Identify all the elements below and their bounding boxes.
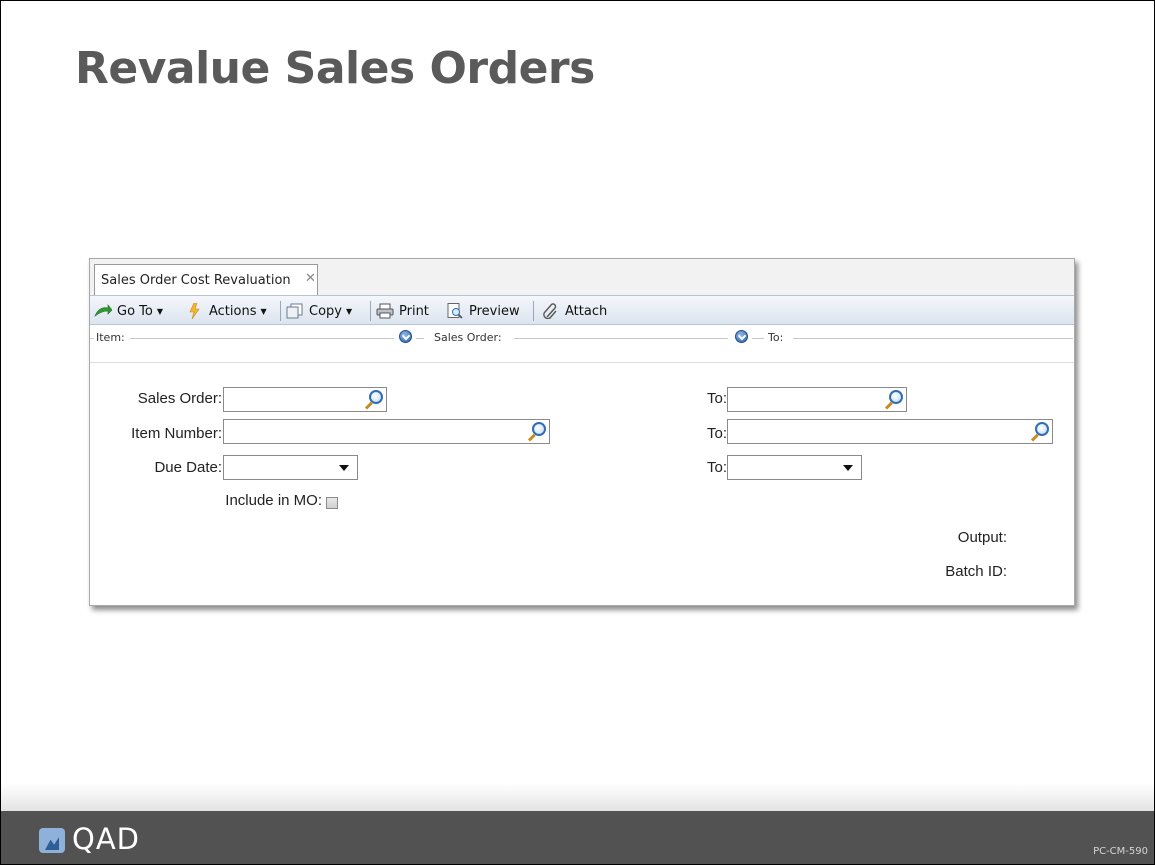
context-divider (416, 338, 424, 339)
include-in-mo-label: Include in MO: (225, 492, 322, 509)
item-number-label: Item Number: (131, 425, 222, 442)
lightning-icon (186, 302, 204, 320)
due-date-dropdown[interactable] (223, 455, 358, 480)
context-to-label: To: (768, 331, 784, 344)
print-label: Print (399, 303, 429, 319)
preview-button[interactable]: Preview (446, 301, 520, 321)
toolbar-divider (370, 301, 371, 321)
chevron-down-icon: ▼ (260, 306, 267, 316)
context-divider (130, 338, 394, 339)
item-number-to-input[interactable] (727, 419, 1053, 444)
chevron-down-icon: ▼ (156, 306, 164, 316)
toolbar-divider (280, 301, 281, 321)
footer-highlight (1, 783, 1154, 811)
actions-button[interactable]: Actions ▼ (186, 301, 267, 321)
slide-code: PC-CM-590 (1093, 846, 1148, 857)
close-icon[interactable]: ✕ (305, 271, 316, 286)
item-number-to-label: To: (706, 425, 727, 442)
search-icon[interactable] (527, 422, 546, 440)
preview-label: Preview (469, 303, 520, 319)
app-window: Sales Order Cost Revaluation ✕ Go To ▼ A… (89, 258, 1075, 606)
sales-order-input[interactable] (223, 387, 387, 412)
include-in-mo-checkbox[interactable] (326, 497, 338, 509)
qad-logo-icon (39, 828, 65, 853)
context-bar: Item: Sales Order: To: (90, 325, 1074, 351)
batch-id-label: Batch ID: (945, 563, 1007, 580)
tab-bar: Sales Order Cost Revaluation ✕ (90, 259, 1074, 295)
goto-arrow-icon (94, 303, 113, 319)
context-divider (752, 338, 764, 339)
copy-label: Copy (309, 303, 342, 319)
goto-button[interactable]: Go To ▼ (94, 301, 163, 321)
printer-icon (376, 303, 394, 319)
chevron-down-icon: ▼ (345, 306, 353, 316)
tab-sales-order-cost-revaluation[interactable]: Sales Order Cost Revaluation ✕ (94, 264, 318, 295)
preview-icon (446, 303, 464, 319)
sales-order-to-input[interactable] (727, 387, 907, 412)
dropdown-arrow-icon[interactable] (339, 465, 349, 471)
footer-bar: QAD PC-CM-590 (1, 811, 1154, 864)
context-sales-order-label: Sales Order: (434, 331, 502, 344)
copy-button[interactable]: Copy ▼ (286, 301, 352, 321)
goto-label: Go To (117, 303, 153, 319)
copy-icon (286, 303, 304, 319)
slide: Revalue Sales Orders Sales Order Cost Re… (0, 0, 1155, 865)
dropdown-arrow-icon[interactable] (843, 465, 853, 471)
context-divider (90, 338, 94, 339)
section-divider (90, 362, 1074, 363)
tab-label: Sales Order Cost Revaluation (101, 273, 291, 288)
search-icon[interactable] (364, 390, 383, 408)
context-divider (793, 338, 1073, 339)
item-expand-icon[interactable] (399, 330, 412, 343)
attach-button[interactable]: Attach (542, 301, 607, 321)
search-icon[interactable] (1030, 422, 1049, 440)
sales-order-expand-icon[interactable] (735, 330, 748, 343)
qad-logo-text: QAD (72, 822, 140, 856)
due-date-to-dropdown[interactable] (727, 455, 862, 480)
slide-title: Revalue Sales Orders (75, 43, 595, 94)
toolbar: Go To ▼ Actions ▼ Copy ▼ Print Preview A… (90, 295, 1074, 325)
output-label: Output: (957, 529, 1007, 546)
actions-label: Actions (209, 303, 257, 319)
context-item-label: Item: (96, 331, 125, 344)
print-button[interactable]: Print (376, 301, 429, 321)
sales-order-label: Sales Order: (137, 390, 222, 407)
sales-order-to-label: To: (706, 390, 727, 407)
attach-label: Attach (565, 303, 608, 319)
paperclip-icon (542, 303, 560, 320)
due-date-to-label: To: (706, 459, 727, 476)
due-date-label: Due Date: (154, 459, 222, 476)
context-divider (514, 338, 728, 339)
search-icon[interactable] (884, 390, 903, 408)
item-number-input[interactable] (223, 419, 550, 444)
toolbar-divider (533, 301, 534, 321)
